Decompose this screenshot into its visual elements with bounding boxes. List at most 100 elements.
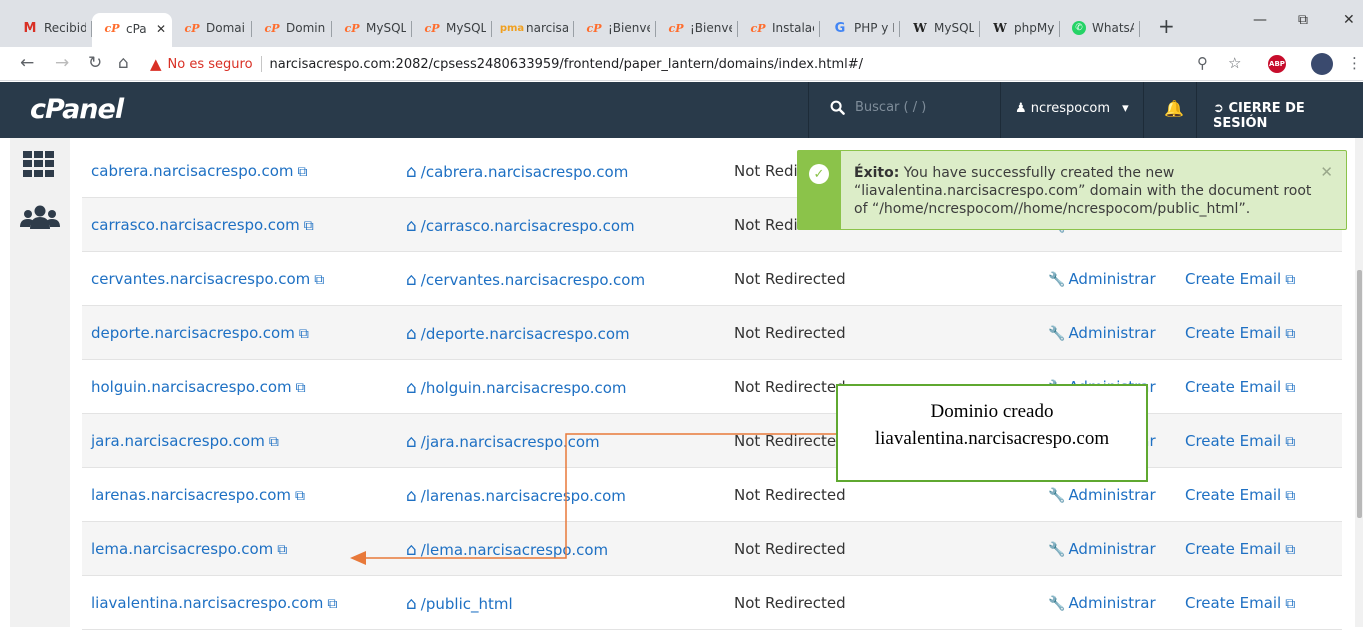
manage-label: Administrar [1068,270,1156,288]
cpanel-logo[interactable]: cPanel [30,94,124,125]
back-icon[interactable]: ← [20,53,34,73]
close-icon[interactable]: ✕ [1320,163,1333,181]
domain-link[interactable]: holguin.narcisacrespo.com ⧉ [91,378,306,396]
zoom-icon[interactable]: ⚲ [1197,54,1208,72]
browser-tab[interactable]: cP MySQL [412,13,492,43]
tab-title: WhatsA [1092,21,1134,35]
home-icon[interactable]: ⌂ [118,53,129,73]
cpanel-icon: cP [668,21,684,35]
search-box[interactable]: Buscar ( / ) [830,100,926,115]
domain-link[interactable]: cervantes.narcisacrespo.com ⧉ [91,270,324,288]
manage-link[interactable]: 🔧Administrar [1048,540,1156,558]
cpanel-icon: cP [424,21,440,35]
menu-dots-icon[interactable]: ⋮ [1347,54,1362,72]
create-email-link[interactable]: Create Email⧉ [1185,324,1295,342]
tab-title: Recibid [44,21,86,35]
document-root-link[interactable]: ⌂/public_html [406,594,513,614]
users-icon[interactable] [20,205,60,229]
redirect-status: Not Redirected [734,378,846,396]
create-email-label: Create Email [1185,540,1282,558]
manage-link[interactable]: 🔧Administrar [1048,594,1156,612]
document-root: /larenas.narcisacrespo.com [420,487,626,505]
window-close-icon[interactable]: ✕ [1343,12,1355,28]
external-link-icon: ⧉ [295,488,306,504]
document-root-link[interactable]: ⌂/carrasco.narcisacrespo.com [406,216,635,236]
new-tab-icon[interactable]: + [1158,14,1175,38]
domain-link[interactable]: larenas.narcisacrespo.com ⧉ [91,486,305,504]
manage-link[interactable]: 🔧Administrar [1048,324,1156,342]
bookmark-star-icon[interactable]: ☆ [1228,54,1241,72]
adblock-plus-icon[interactable]: ABP [1268,55,1286,73]
tab-title: ¡Bienve [690,21,732,35]
browser-tab[interactable]: cP Domini [252,13,332,43]
browser-tab[interactable]: cP Domain [172,13,252,43]
user-menu[interactable]: ♟ ncrespocom ▾ [1015,101,1129,116]
document-root-link[interactable]: ⌂/lema.narcisacrespo.com [406,540,608,560]
document-root-link[interactable]: ⌂/larenas.narcisacrespo.com [406,486,626,506]
domain-link[interactable]: deporte.narcisacrespo.com ⧉ [91,324,309,342]
warning-icon: ▲ [150,55,162,73]
browser-tab[interactable]: W MySQL [900,13,980,43]
document-root-link[interactable]: ⌂/cervantes.narcisacrespo.com [406,270,645,290]
cpanel-icon: cP [750,21,766,35]
table-row: deporte.narcisacrespo.com ⧉ ⌂/deporte.narc… [82,306,1342,360]
manage-link[interactable]: 🔧Administrar [1048,486,1156,504]
minimize-icon[interactable]: — [1253,12,1267,28]
redirect-status: Not Redirected [734,594,846,612]
document-root-link[interactable]: ⌂/holguin.narcisacrespo.com [406,378,627,398]
domain-name: cabrera.narcisacrespo.com [91,162,294,180]
alert-side [798,151,841,229]
redirect-status: Not Redirected [734,270,846,288]
document-root-link[interactable]: ⌂/deporte.narcisacrespo.com [406,324,630,344]
external-link-icon: ⧉ [268,434,279,450]
domain-link[interactable]: jara.narcisacrespo.com ⧉ [91,432,279,450]
reload-icon[interactable]: ↻ [88,53,102,73]
create-email-link[interactable]: Create Email⧉ [1185,378,1295,396]
create-email-link[interactable]: Create Email⧉ [1185,432,1295,450]
domain-link[interactable]: liavalentina.narcisacrespo.com ⧉ [91,594,337,612]
create-email-label: Create Email [1185,594,1282,612]
check-circle-icon: ✓ [809,164,829,184]
profile-avatar[interactable] [1311,53,1333,75]
redirect-status: Not Redirected [734,432,846,450]
browser-tab[interactable]: M Recibid [10,13,92,43]
browser-tab[interactable]: pma narcisa [492,13,574,43]
create-email-link[interactable]: Create Email⧉ [1185,540,1295,558]
address-bar[interactable]: ▲ No es seguro narcisacrespo.com:2082/cp… [150,52,1255,76]
document-root-link[interactable]: ⌂/jara.narcisacrespo.com [406,432,600,452]
create-email-label: Create Email [1185,270,1282,288]
wrench-icon: 🔧 [1048,272,1066,288]
manage-link[interactable]: 🔧Administrar [1048,270,1156,288]
external-link-icon: ⧉ [297,164,308,180]
security-label: No es seguro [167,56,253,72]
browser-tab[interactable]: cP cPa ✕ [92,13,172,47]
browser-tab[interactable]: cP ¡Bienve [656,13,738,43]
external-link-icon: ⧉ [1285,380,1296,396]
forward-icon[interactable]: → [55,53,69,73]
apps-grid-icon[interactable] [23,151,55,177]
domain-link[interactable]: cabrera.narcisacrespo.com ⧉ [91,162,307,180]
browser-tab[interactable]: cP MySQL [332,13,412,43]
redirect-status: Not Redirected [734,486,846,504]
browser-tab[interactable]: cP ¡Bienve [574,13,656,43]
document-root-link[interactable]: ⌂/cabrera.narcisacrespo.com [406,162,628,182]
logout-button[interactable]: ➲ CIERRE DE SESIÓN [1213,101,1363,131]
restore-icon[interactable]: ⧉ [1298,12,1308,28]
domain-link[interactable]: carrasco.narcisacrespo.com ⧉ [91,216,314,234]
manage-label: Administrar [1068,486,1156,504]
browser-tab[interactable]: ✆ WhatsA [1060,13,1140,43]
scrollbar-thumb[interactable] [1357,270,1362,518]
tab-close-icon[interactable]: ✕ [156,22,166,36]
browser-tab[interactable]: G PHP y M [820,13,900,43]
browser-tab[interactable]: WphpMy [980,13,1060,43]
tab-title: MySQL [366,21,406,35]
create-email-link[interactable]: Create Email⧉ [1185,594,1295,612]
create-email-link[interactable]: Create Email⧉ [1185,270,1295,288]
domain-link[interactable]: lema.narcisacrespo.com ⧉ [91,540,287,558]
document-root: /deporte.narcisacrespo.com [420,325,630,343]
create-email-label: Create Email [1185,486,1282,504]
external-link-icon: ⧉ [1285,434,1296,450]
browser-tab[interactable]: cP Instalac [738,13,820,43]
bell-icon[interactable]: 🔔 [1164,99,1184,118]
create-email-link[interactable]: Create Email⧉ [1185,486,1295,504]
